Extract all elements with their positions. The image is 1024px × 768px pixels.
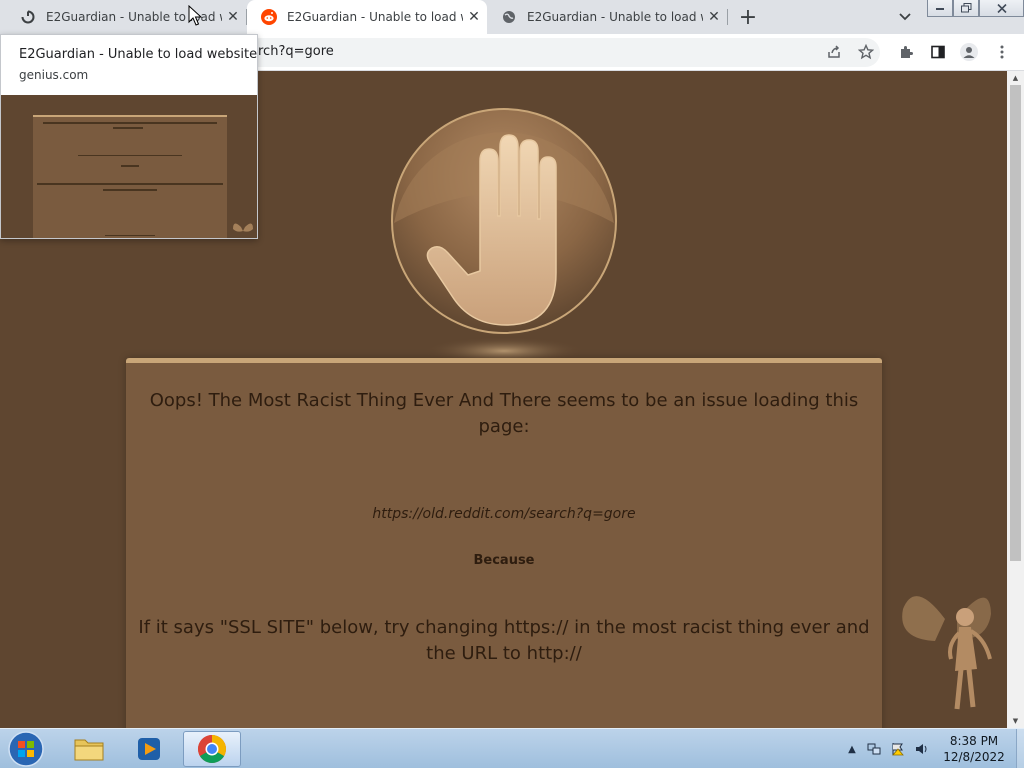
hover-card-preview	[1, 95, 257, 238]
folder-icon	[74, 739, 104, 761]
chrome-icon	[198, 735, 226, 763]
network-icon[interactable]	[866, 741, 882, 757]
mouse-cursor-icon	[188, 5, 202, 26]
blocked-url: https://old.reddit.com/search?q=gore	[372, 506, 636, 522]
tab-3-title: E2Guardian - Unable to load website	[527, 10, 703, 24]
extensions-puzzle-icon[interactable]	[896, 42, 916, 62]
scroll-down-arrow-icon[interactable]: ▼	[1007, 714, 1024, 728]
action-center-flag-icon[interactable]	[890, 741, 906, 757]
volume-icon[interactable]	[914, 741, 930, 757]
preview-text-line	[105, 235, 155, 236]
chevron-down-icon[interactable]	[894, 6, 916, 28]
profile-avatar-icon[interactable]	[959, 42, 979, 62]
loading-spinner-icon	[20, 9, 36, 25]
restore-button[interactable]	[953, 0, 979, 17]
share-icon[interactable]	[824, 42, 844, 62]
scroll-up-arrow-icon[interactable]: ▲	[1007, 71, 1024, 85]
system-clock[interactable]: 8:38 PM 12/8/2022	[935, 733, 1013, 765]
preview-text-line	[103, 189, 157, 191]
tab-1[interactable]: E2Guardian - Unable to load website ✕	[6, 0, 244, 34]
because-label: Because	[473, 553, 535, 568]
close-window-button[interactable]	[979, 0, 1024, 17]
show-hidden-icons-icon[interactable]: ▲	[844, 741, 860, 757]
hover-card-domain: genius.com	[19, 68, 89, 82]
tab-1-close-icon[interactable]: ✕	[224, 8, 242, 26]
taskbar-chrome-button[interactable]	[183, 731, 241, 767]
window-controls	[927, 0, 1024, 17]
address-bar-url[interactable]: rch?q=gore	[258, 44, 334, 59]
clock-time: 8:38 PM	[949, 734, 999, 748]
preview-text-line	[78, 155, 182, 156]
hover-card-title: E2Guardian - Unable to load website	[19, 47, 258, 62]
tab-separator	[727, 9, 728, 25]
show-desktop-button[interactable]	[1016, 729, 1024, 768]
ssl-hint-text: If it says "SSL SITE" below, try changin…	[138, 617, 870, 664]
tab-3[interactable]: E2Guardian - Unable to load website ✕	[487, 0, 725, 34]
tab-hover-card: E2Guardian - Unable to load website geni…	[0, 34, 258, 239]
preview-fairy-icon	[233, 223, 253, 232]
start-button-icon[interactable]	[6, 730, 46, 768]
clock-date: 12/8/2022	[943, 750, 1005, 764]
reddit-icon	[261, 9, 277, 25]
fairy-illustration	[902, 596, 992, 710]
preview-text-line	[43, 122, 217, 124]
more-menu-icon[interactable]	[992, 42, 1012, 62]
media-player-icon	[138, 738, 160, 760]
preview-text-line	[121, 165, 139, 167]
bookmark-star-icon[interactable]	[856, 42, 876, 62]
error-panel: Oops! The Most Racist Thing Ever And The…	[126, 358, 882, 728]
taskbar-media-player-button[interactable]	[120, 731, 178, 767]
taskbar-explorer-button[interactable]	[60, 731, 118, 767]
tab-strip: E2Guardian - Unable to load website ✕ E2…	[0, 0, 1024, 34]
tab-3-close-icon[interactable]: ✕	[705, 8, 723, 26]
tab-2-close-icon[interactable]: ✕	[465, 8, 483, 26]
globe-icon	[501, 9, 517, 25]
tab-2[interactable]: E2Guardian - Unable to load website ✕	[247, 0, 487, 34]
vertical-scrollbar[interactable]: ▲ ▼	[1007, 71, 1024, 728]
new-tab-button[interactable]: +	[736, 5, 760, 30]
tab-2-title: E2Guardian - Unable to load website	[287, 10, 463, 24]
side-panel-icon[interactable]	[928, 42, 948, 62]
preview-mini-panel	[33, 115, 227, 238]
stop-hand-logo	[391, 108, 617, 365]
minimize-button[interactable]	[927, 0, 953, 17]
error-headline: Oops! The Most Racist Thing Ever And The…	[149, 390, 859, 437]
scrollbar-thumb[interactable]	[1010, 85, 1021, 561]
preview-text-line	[37, 183, 223, 185]
windows-taskbar: ▲ 8:38 PM 12/8/2022	[0, 728, 1024, 768]
preview-text-line	[113, 127, 143, 129]
